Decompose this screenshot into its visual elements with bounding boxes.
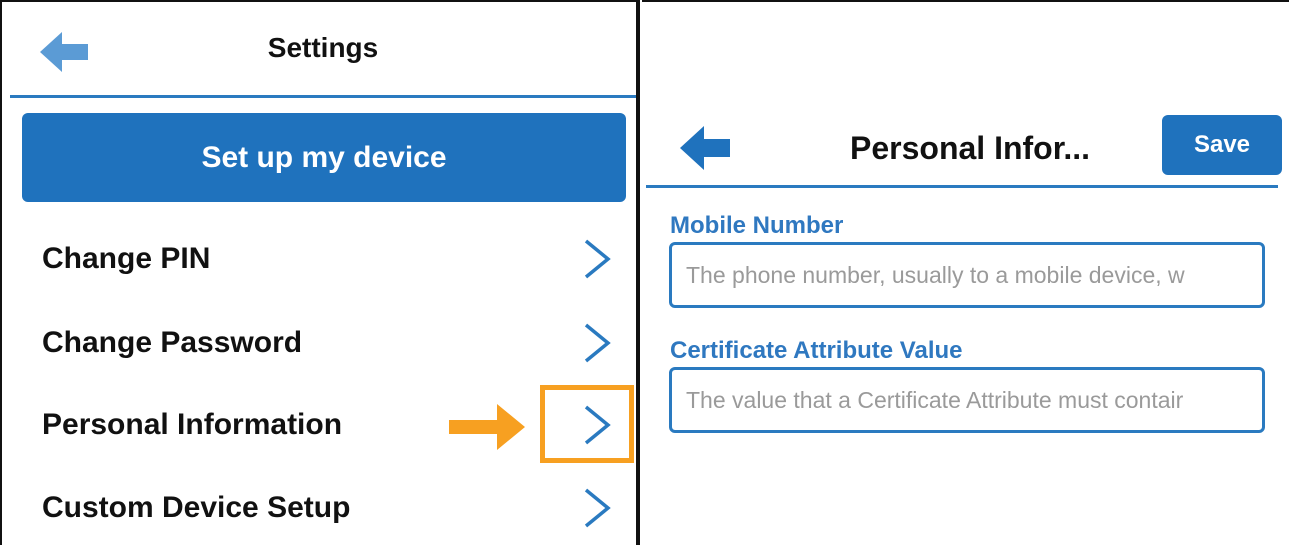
- certificate-attribute-value-label: Certificate Attribute Value: [670, 337, 963, 364]
- settings-panel: Settings Set up my device Change PIN Cha…: [0, 0, 640, 545]
- personal-information-panel: Personal Infor... Save Mobile Number Cer…: [642, 0, 1289, 545]
- mobile-number-input[interactable]: [669, 242, 1265, 308]
- chevron-right-icon[interactable]: [582, 238, 612, 280]
- menu-item-change-password[interactable]: Change Password: [42, 314, 632, 374]
- certificate-attribute-value-input[interactable]: [669, 367, 1265, 433]
- orange-arrow-icon: [449, 404, 525, 450]
- menu-item-change-pin[interactable]: Change PIN: [42, 230, 632, 290]
- settings-header: Settings: [10, 2, 636, 98]
- menu-item-label: Change Password: [42, 326, 303, 359]
- menu-item-label: Change PIN: [42, 242, 211, 275]
- highlight-box: [540, 385, 634, 463]
- menu-item-label: Personal Information: [42, 408, 343, 441]
- menu-item-label: Custom Device Setup: [42, 491, 351, 524]
- chevron-right-icon[interactable]: [582, 487, 612, 529]
- page-title: Personal Infor...: [850, 130, 1091, 166]
- setup-device-button[interactable]: Set up my device: [22, 113, 626, 202]
- personal-information-header: Personal Infor... Save: [646, 108, 1282, 188]
- chevron-right-icon[interactable]: [582, 322, 612, 364]
- mobile-number-label: Mobile Number: [670, 212, 844, 239]
- back-arrow-icon[interactable]: [680, 126, 730, 170]
- save-button[interactable]: Save: [1162, 115, 1282, 175]
- page-title: Settings: [267, 32, 379, 63]
- menu-item-custom-device-setup[interactable]: Custom Device Setup: [42, 479, 632, 539]
